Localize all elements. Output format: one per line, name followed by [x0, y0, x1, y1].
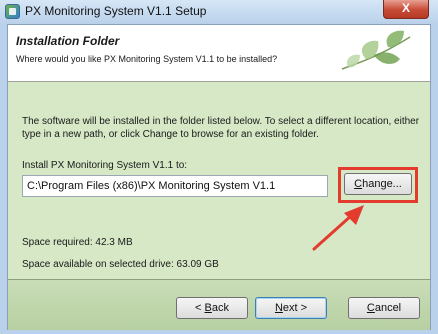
- setup-window: PX Monitoring System V1.1 Setup X Instal…: [0, 0, 438, 334]
- next-button[interactable]: Next >: [255, 297, 327, 319]
- title-bar[interactable]: PX Monitoring System V1.1 Setup X: [0, 0, 438, 24]
- leaf-branch-icon: [341, 30, 411, 70]
- next-button-suffix: ext >: [282, 302, 308, 314]
- red-arrow-icon: [312, 205, 364, 251]
- back-button-suffix: ack: [211, 302, 229, 314]
- cancel-button[interactable]: Cancel: [348, 297, 420, 319]
- change-button-suffix: hange...: [362, 178, 402, 190]
- back-button[interactable]: < Back: [176, 297, 248, 319]
- cancel-button-accel: C: [366, 302, 375, 314]
- space-available-text: Space available on selected drive: 63.09…: [22, 259, 219, 270]
- install-path-label: Install PX Monitoring System V1.1 to:: [22, 160, 188, 171]
- setup-app-icon: [5, 4, 20, 19]
- back-button-accel: B: [204, 302, 212, 314]
- window-title: PX Monitoring System V1.1 Setup: [25, 4, 207, 18]
- space-required-text: Space required: 42.3 MB: [22, 237, 133, 248]
- dialog-header: Installation Folder Where would you like…: [8, 25, 430, 82]
- install-path-field[interactable]: C:\Program Files (x86)\PX Monitoring Sys…: [22, 175, 328, 197]
- back-button-prefix: <: [195, 302, 205, 314]
- dialog-client-area: Installation Folder Where would you like…: [7, 24, 431, 330]
- change-button-accel: C: [354, 178, 363, 190]
- close-button[interactable]: X: [383, 0, 429, 19]
- next-button-accel: N: [274, 302, 283, 314]
- change-button[interactable]: Change...: [344, 173, 412, 195]
- description-text: The software will be installed in the fo…: [22, 116, 420, 140]
- cancel-button-suffix: ancel: [374, 302, 402, 314]
- header-title: Installation Folder: [16, 34, 120, 48]
- header-subtitle: Where would you like PX Monitoring Syste…: [16, 54, 278, 64]
